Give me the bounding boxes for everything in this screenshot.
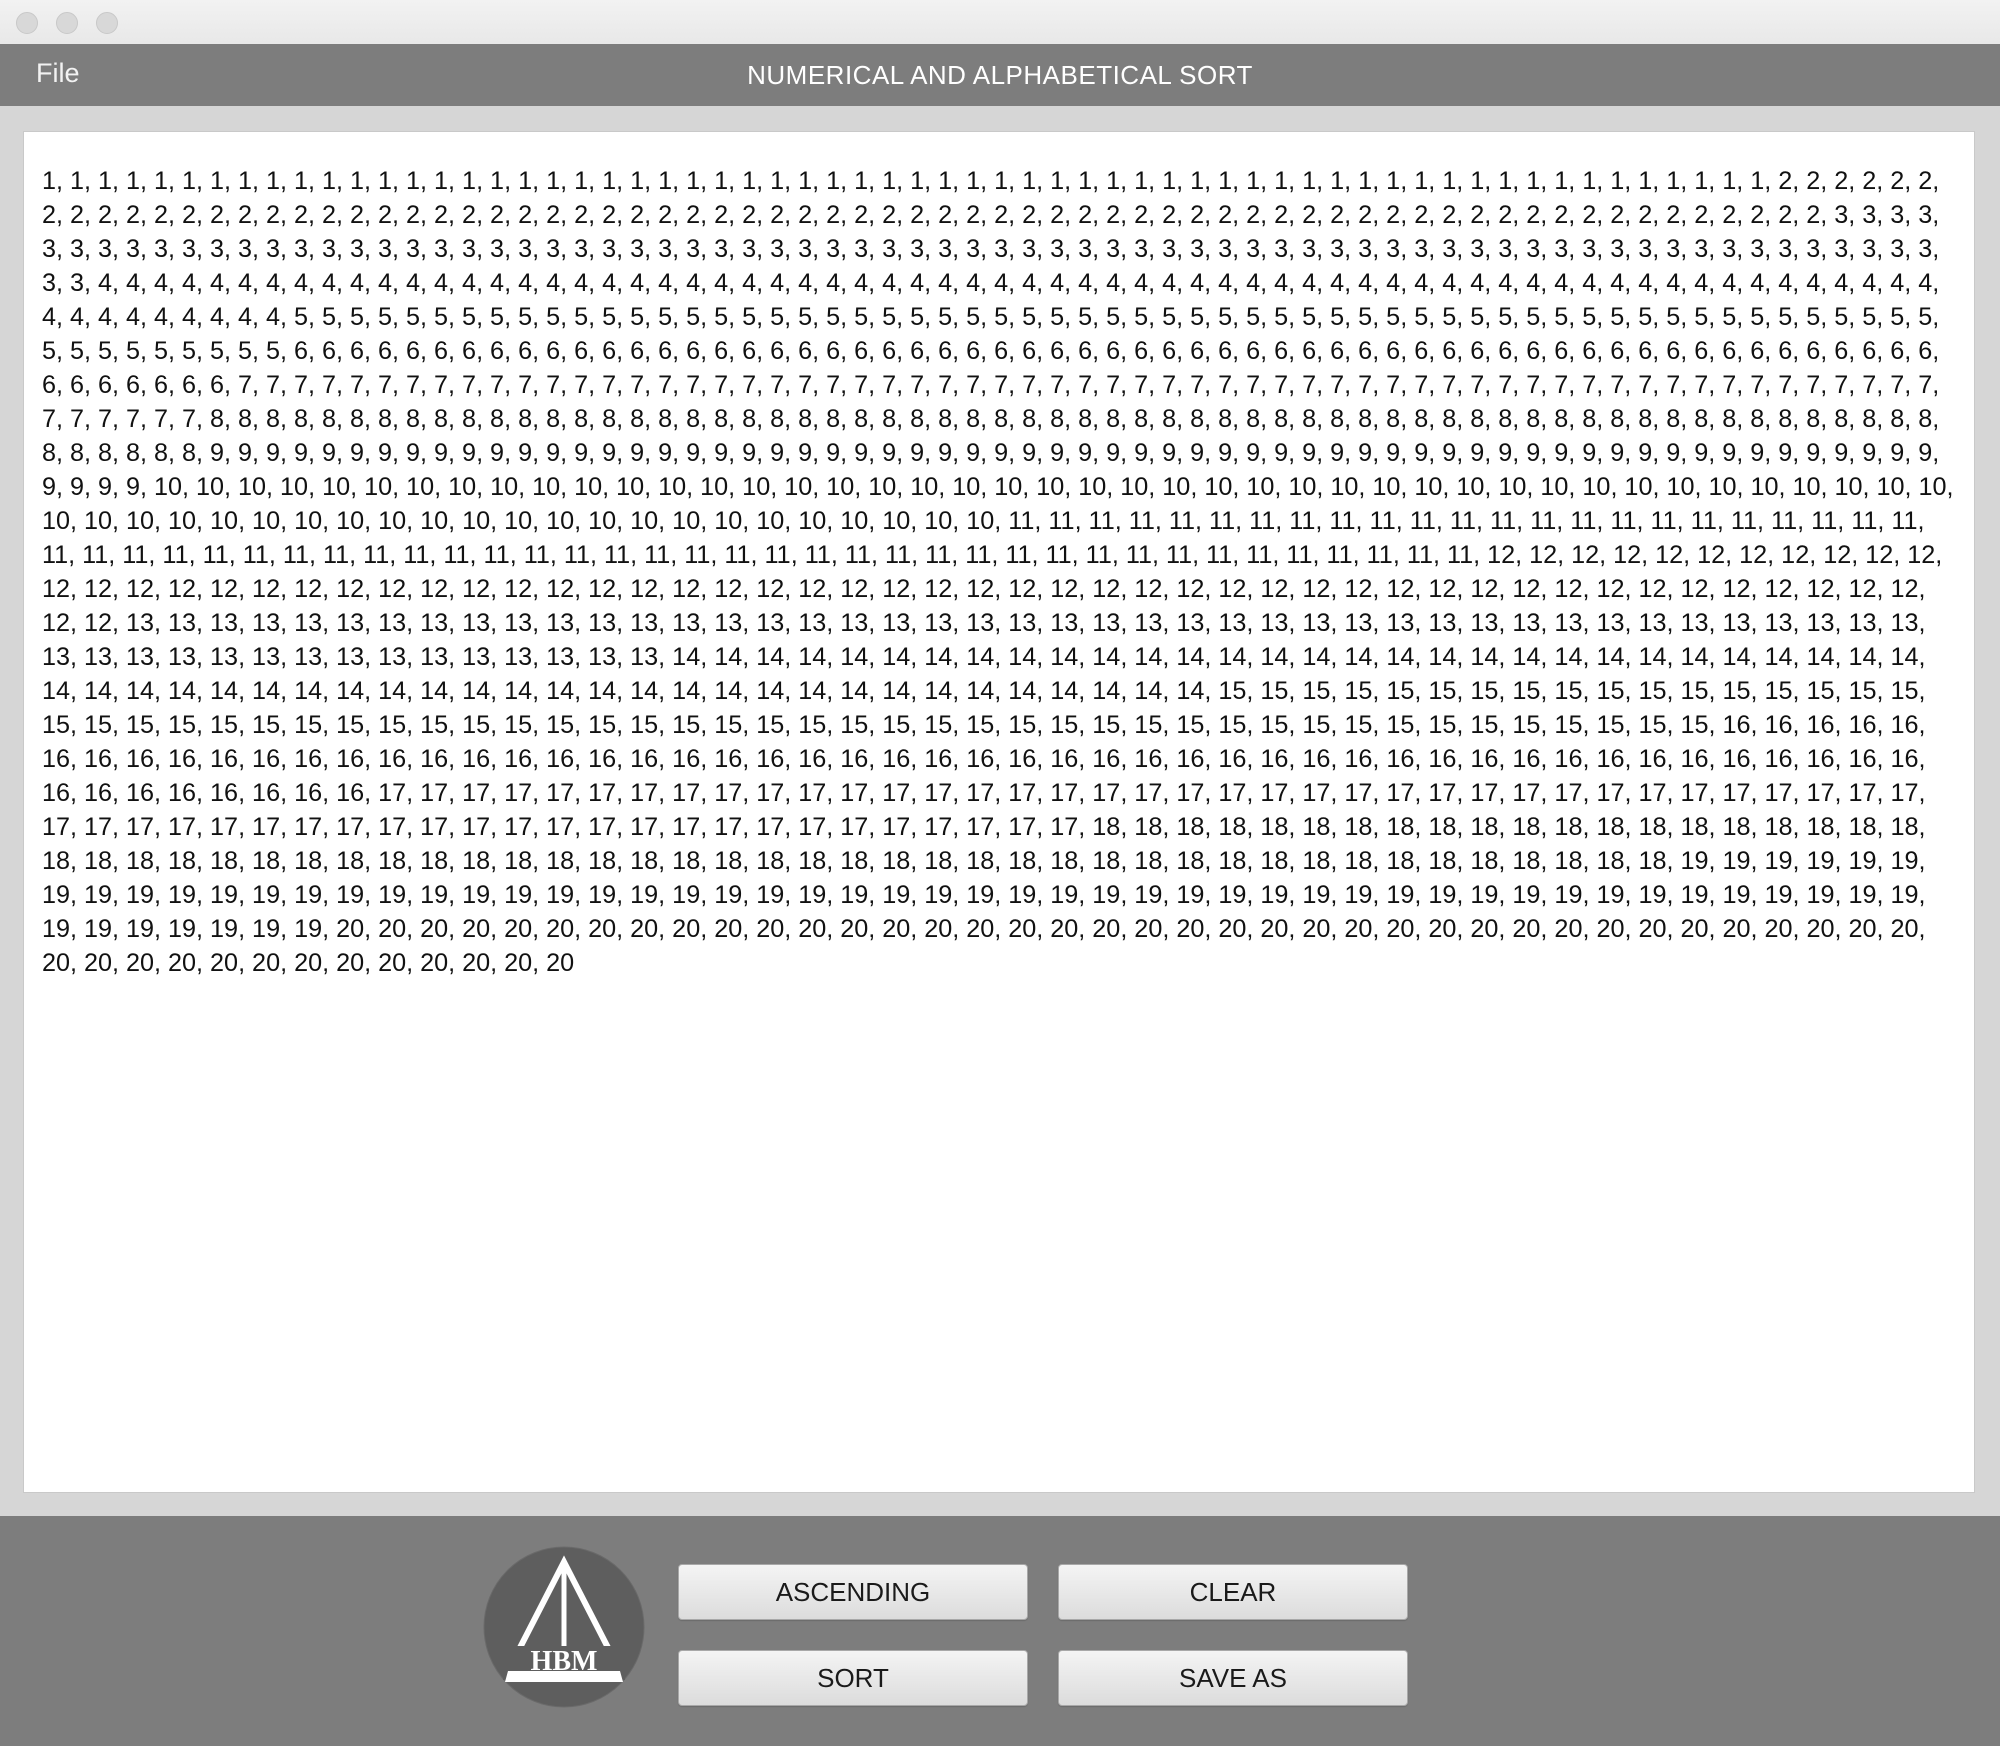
hbm-logo-icon: HBM [483,1546,645,1708]
bottom-controls-panel: HBM ASCENDING CLEAR SORT SAVE AS [0,1516,2000,1746]
minimize-window-icon[interactable] [56,12,78,34]
menubar: File NUMERICAL AND ALPHABETICAL SORT [0,44,2000,106]
sorted-output-text: 1, 1, 1, 1, 1, 1, 1, 1, 1, 1, 1, 1, 1, 1… [42,167,1954,977]
app-title: NUMERICAL AND ALPHABETICAL SORT [747,60,1253,90]
window-titlebar [0,0,2000,45]
ascending-button[interactable]: ASCENDING [678,1564,1028,1620]
clear-button[interactable]: CLEAR [1058,1564,1408,1620]
content-area: 1, 1, 1, 1, 1, 1, 1, 1, 1, 1, 1, 1, 1, 1… [0,106,2000,1516]
sort-button[interactable]: SORT [678,1650,1028,1706]
logo-text: HBM [531,1646,598,1677]
close-window-icon[interactable] [16,12,38,34]
save-as-button[interactable]: SAVE AS [1058,1650,1408,1706]
sorted-output-textarea[interactable]: 1, 1, 1, 1, 1, 1, 1, 1, 1, 1, 1, 1, 1, 1… [23,131,1975,1493]
zoom-window-icon[interactable] [96,12,118,34]
